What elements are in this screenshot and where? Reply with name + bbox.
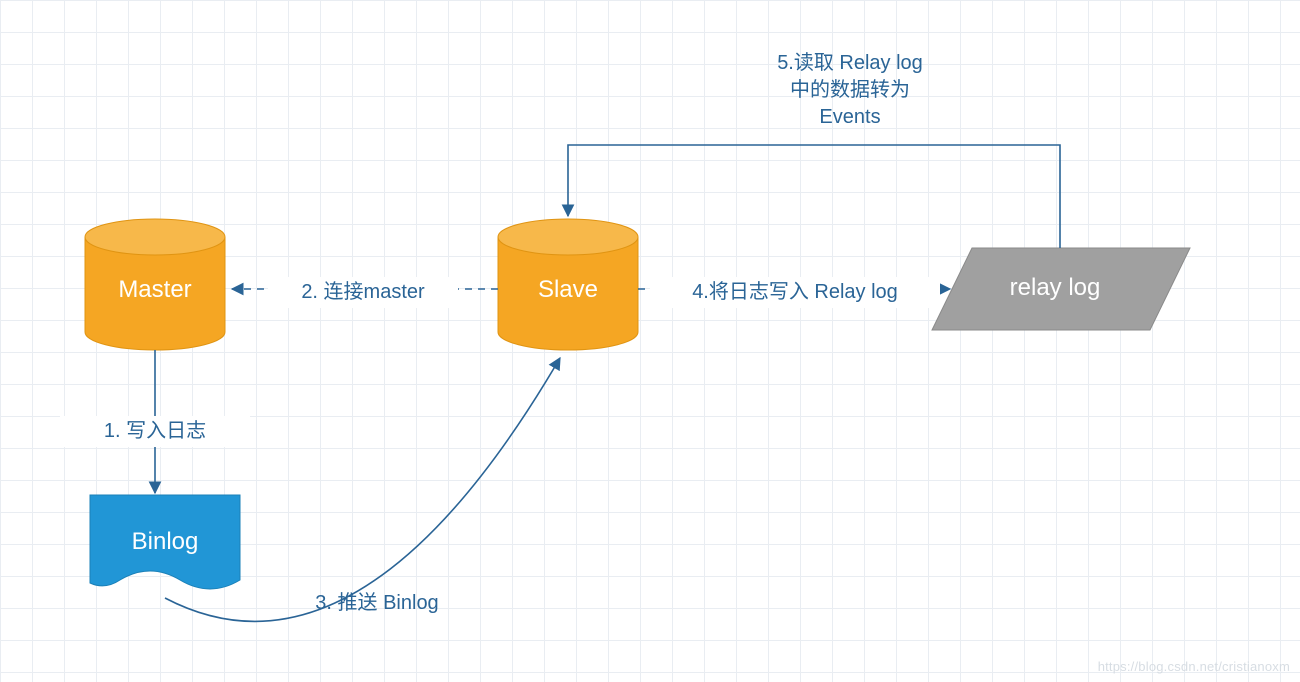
watermark: https://blog.csdn.net/cristianoxm [1098,659,1290,674]
relay-log-label: relay log [955,274,1155,302]
diagram-svg [0,0,1300,682]
binlog-label: Binlog [90,528,240,556]
slave-label: Slave [498,276,638,304]
edge-step3-label: 3. 推送 Binlog [277,590,477,617]
diagram-canvas: Master Slave Binlog relay log 1. 写入日志 2.… [0,0,1300,682]
edge-step5-label: 5.读取 Relay log 中的数据转为 Events [700,50,1000,131]
master-label: Master [85,276,225,304]
edge-step1-label: 1. 写入日志 [60,416,250,447]
edge-step3 [165,358,560,621]
edge-step5 [568,145,1060,248]
edge-step2-label: 2. 连接master [268,277,458,308]
edge-step4-label: 4.将日志写入 Relay log [650,277,940,308]
